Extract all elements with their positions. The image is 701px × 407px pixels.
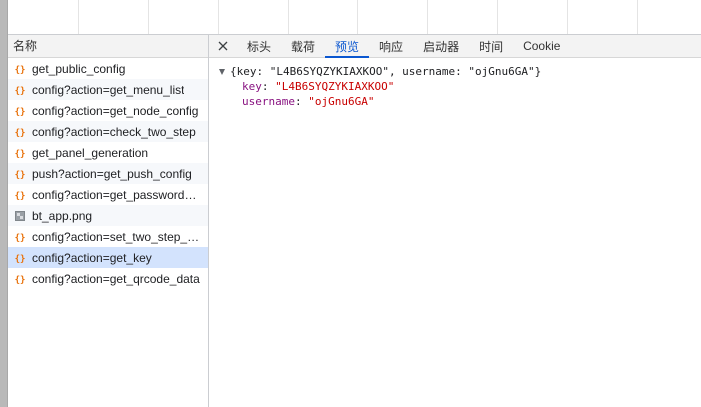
request-row[interactable]: {} config?action=set_two_step_…: [8, 226, 208, 247]
json-icon: {}: [13, 272, 27, 286]
request-row[interactable]: {} push?action=get_push_config: [8, 163, 208, 184]
timeline-gridline: [567, 0, 568, 34]
close-detail-button[interactable]: [209, 35, 237, 57]
property-colon: :: [261, 80, 276, 93]
tab-5[interactable]: 时间: [469, 35, 513, 57]
request-row[interactable]: {} get_panel_generation: [8, 142, 208, 163]
request-list: {} get_public_config {} config?action=get_m…: [8, 58, 208, 289]
name-column-header[interactable]: 名称: [8, 35, 208, 58]
svg-text:{}: {}: [15, 149, 26, 159]
request-name: config?action=check_two_step: [32, 124, 196, 139]
request-name: config?action=get_menu_list: [32, 82, 185, 97]
timeline-gridline: [637, 0, 638, 34]
json-icon: {}: [13, 125, 27, 139]
timeline-gridline: [427, 0, 428, 34]
request-row[interactable]: {} get_public_config: [8, 58, 208, 79]
tab-2[interactable]: 预览: [325, 35, 370, 58]
svg-text:{}: {}: [15, 107, 26, 117]
json-icon: {}: [13, 188, 27, 202]
svg-text:{}: {}: [15, 254, 26, 264]
timeline-gridline: [148, 0, 149, 34]
svg-text:{}: {}: [15, 128, 26, 138]
json-icon: {}: [13, 230, 27, 244]
request-name: bt_app.png: [32, 208, 93, 223]
request-name: get_panel_generation: [32, 145, 149, 160]
property-name: key: [242, 80, 262, 93]
image-icon: [13, 209, 27, 223]
timeline-gridline: [78, 0, 79, 34]
property-name: username: [242, 95, 295, 108]
request-name: config?action=get_key: [32, 250, 152, 265]
close-icon: [218, 41, 228, 51]
svg-text:{}: {}: [15, 275, 26, 285]
svg-text:{}: {}: [15, 191, 26, 201]
request-row[interactable]: {} config?action=get_node_config: [8, 100, 208, 121]
tab-4[interactable]: 启动器: [413, 35, 469, 57]
svg-text:{}: {}: [15, 170, 26, 180]
request-row[interactable]: {} config?action=get_key: [8, 247, 208, 268]
request-row[interactable]: {} config?action=get_qrcode_data: [8, 268, 208, 289]
json-object-summary[interactable]: {key: "L4B6SYQZYKIAXKOO", username: "ojG…: [219, 64, 701, 79]
request-row[interactable]: {} config?action=get_menu_list: [8, 79, 208, 100]
json-icon: {}: [13, 83, 27, 97]
svg-text:{}: {}: [15, 233, 26, 243]
request-detail-panel: 标头 载荷 预览 响应 启动器 时间 Cookie {key: "L4B6SYQZYKIAX…: [209, 35, 701, 407]
request-row[interactable]: {} config?action=get_password…: [8, 184, 208, 205]
json-property-username: username: "ojGnu6GA": [219, 94, 701, 109]
property-value: "ojGnu6GA": [308, 95, 375, 108]
json-icon: {}: [13, 146, 27, 160]
request-name: get_public_config: [32, 61, 126, 76]
request-name: push?action=get_push_config: [32, 166, 192, 181]
json-icon: {}: [13, 167, 27, 181]
request-name: config?action=get_qrcode_data: [32, 271, 200, 286]
json-icon: {}: [13, 251, 27, 265]
svg-text:{}: {}: [15, 65, 26, 75]
json-preview: {key: "L4B6SYQZYKIAXKOO", username: "ojG…: [209, 58, 701, 109]
json-icon: {}: [13, 62, 27, 76]
property-colon: :: [294, 95, 309, 108]
detail-tabbar: 标头 载荷 预览 响应 启动器 时间 Cookie: [209, 35, 701, 58]
svg-text:{}: {}: [15, 86, 26, 96]
request-name-column: 名称 {} get_public_config {} config?action=ge…: [8, 35, 209, 407]
timeline-gridline: [357, 0, 358, 34]
expand-triangle-icon[interactable]: [219, 68, 225, 75]
json-property-key: key: "L4B6SYQZYKIAXKOO": [219, 79, 701, 94]
timeline-gridline: [288, 0, 289, 34]
network-overview-timeline[interactable]: [8, 0, 701, 35]
json-summary-text: {key: "L4B6SYQZYKIAXKOO", username: "ojG…: [230, 65, 542, 78]
timeline-gridline: [218, 0, 219, 34]
property-value: "L4B6SYQZYKIAXKOO": [275, 80, 395, 93]
tab-3[interactable]: 响应: [369, 35, 413, 57]
json-icon: {}: [13, 104, 27, 118]
tab-1[interactable]: 载荷: [281, 35, 325, 57]
request-name: config?action=get_node_config: [32, 103, 199, 118]
detail-tabs: 标头 载荷 预览 响应 启动器 时间 Cookie: [237, 35, 570, 58]
tab-6[interactable]: Cookie: [513, 35, 570, 57]
left-edge-strip: [0, 0, 8, 407]
request-row[interactable]: bt_app.png: [8, 205, 208, 226]
tab-0[interactable]: 标头: [237, 35, 281, 57]
request-row[interactable]: {} config?action=check_two_step: [8, 121, 208, 142]
request-name: config?action=set_two_step_…: [32, 229, 200, 244]
timeline-gridline: [497, 0, 498, 34]
request-name: config?action=get_password…: [32, 187, 197, 202]
